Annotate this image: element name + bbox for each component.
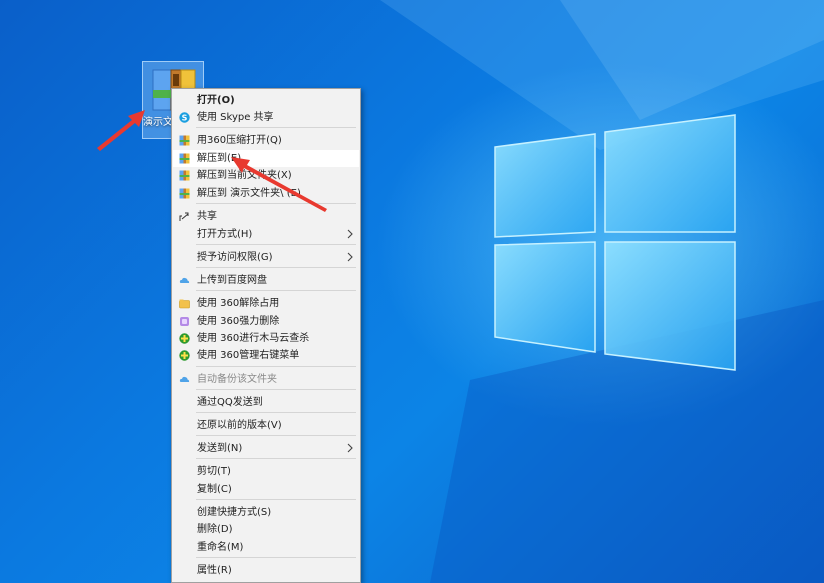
menu-separator <box>196 557 356 558</box>
context-menu-item-label: 使用 360管理右键菜单 <box>197 350 300 361</box>
context-menu-item[interactable]: 打开方式(H) <box>173 226 359 243</box>
context-menu-item[interactable]: 解压到当前文件夹(X) <box>173 167 359 184</box>
svg-text:S: S <box>182 113 188 122</box>
context-menu-item[interactable]: 删除(D) <box>173 521 359 538</box>
context-menu-item-label: 共享 <box>197 211 217 222</box>
menu-separator <box>196 412 356 413</box>
context-menu-item[interactable]: 使用 360进行木马云查杀 <box>173 330 359 347</box>
archive-icon <box>179 153 190 164</box>
360-icon <box>179 350 190 361</box>
context-menu-item[interactable]: 使用 360强力删除 <box>173 313 359 330</box>
context-menu-item: 自动备份该文件夹 <box>173 371 359 388</box>
context-menu-item-label: 使用 Skype 共享 <box>197 112 274 123</box>
context-menu-item-label: 通过QQ发送到 <box>197 397 263 408</box>
menu-separator <box>196 290 356 291</box>
context-menu-item-label: 删除(D) <box>197 524 233 535</box>
shred-icon <box>180 317 189 326</box>
chevron-right-icon <box>347 443 353 453</box>
context-menu-item-label: 属性(R) <box>197 565 232 576</box>
context-menu-item[interactable]: 授予访问权限(G) <box>173 249 359 266</box>
context-menu-item-label: 复制(C) <box>197 484 232 495</box>
context-menu-item-label: 上传到百度网盘 <box>197 275 267 286</box>
context-menu-item-label: 还原以前的版本(V) <box>197 420 282 431</box>
context-menu-item[interactable]: 发送到(N) <box>173 440 359 457</box>
context-menu-item[interactable]: 复制(C) <box>173 481 359 498</box>
menu-separator <box>196 389 356 390</box>
context-menu-item-label: 解压到 演示文件夹\ (E) <box>197 188 301 199</box>
context-menu-item-label: 打开方式(H) <box>197 229 253 240</box>
folder-unlock-icon <box>179 299 190 309</box>
context-menu-item[interactable]: 解压到 演示文件夹\ (E) <box>173 185 359 202</box>
context-menu-item-label: 解压到(E) <box>197 153 242 164</box>
context-menu-item-label: 使用 360解除占用 <box>197 298 280 309</box>
baidu-cloud-icon <box>179 376 190 382</box>
context-menu: 打开(O) S 使用 Skype 共享 用360压缩打开(Q) 解压到(E) 解压到当前文… <box>171 88 361 583</box>
context-menu-item[interactable]: S 使用 Skype 共享 <box>173 109 359 126</box>
context-menu-item-label: 授予访问权限(G) <box>197 252 273 263</box>
context-menu-item-label: 重命名(M) <box>197 542 244 553</box>
context-menu-item-label: 使用 360强力删除 <box>197 316 280 327</box>
share-icon <box>179 212 189 221</box>
menu-separator <box>196 435 356 436</box>
context-menu-item[interactable]: 使用 360管理右键菜单 <box>173 347 359 364</box>
context-menu-item-label: 发送到(N) <box>197 443 243 454</box>
context-menu-item[interactable]: 属性(R) <box>173 562 359 579</box>
context-menu-item-label: 打开(O) <box>197 95 235 106</box>
context-menu-item[interactable]: 创建快捷方式(S) <box>173 504 359 521</box>
context-menu-item[interactable]: 共享 <box>173 208 359 225</box>
context-menu-item[interactable]: 打开(O) <box>173 92 359 109</box>
context-menu-item[interactable]: 还原以前的版本(V) <box>173 417 359 434</box>
menu-separator <box>196 244 356 245</box>
menu-separator <box>196 366 356 367</box>
skype-icon: S <box>179 112 190 123</box>
menu-separator <box>196 499 356 500</box>
baidu-cloud-icon <box>179 277 190 283</box>
annotation-arrow-icon <box>97 110 145 151</box>
archive-icon <box>179 135 190 146</box>
context-menu-item-label: 自动备份该文件夹 <box>197 374 277 385</box>
context-menu-item[interactable]: 通过QQ发送到 <box>173 394 359 411</box>
menu-separator <box>196 458 356 459</box>
context-menu-item[interactable]: 解压到(E) <box>173 150 359 167</box>
menu-separator <box>196 203 356 204</box>
context-menu-item-label: 使用 360进行木马云查杀 <box>197 333 310 344</box>
context-menu-item-label: 用360压缩打开(Q) <box>197 135 282 146</box>
windows-logo <box>494 114 736 371</box>
menu-separator <box>196 267 356 268</box>
context-menu-item-label: 创建快捷方式(S) <box>197 507 272 518</box>
context-menu-item-label: 剪切(T) <box>197 466 231 477</box>
archive-icon <box>179 188 190 199</box>
chevron-right-icon <box>347 252 353 262</box>
context-menu-item[interactable]: 使用 360解除占用 <box>173 295 359 312</box>
menu-separator <box>196 127 356 128</box>
context-menu-item[interactable]: 用360压缩打开(Q) <box>173 132 359 149</box>
context-menu-item-label: 解压到当前文件夹(X) <box>197 170 292 181</box>
archive-icon <box>179 170 190 181</box>
chevron-right-icon <box>347 229 353 239</box>
360-icon <box>179 333 190 344</box>
context-menu-item[interactable]: 上传到百度网盘 <box>173 272 359 289</box>
context-menu-item[interactable]: 重命名(M) <box>173 539 359 556</box>
context-menu-item[interactable]: 剪切(T) <box>173 463 359 480</box>
